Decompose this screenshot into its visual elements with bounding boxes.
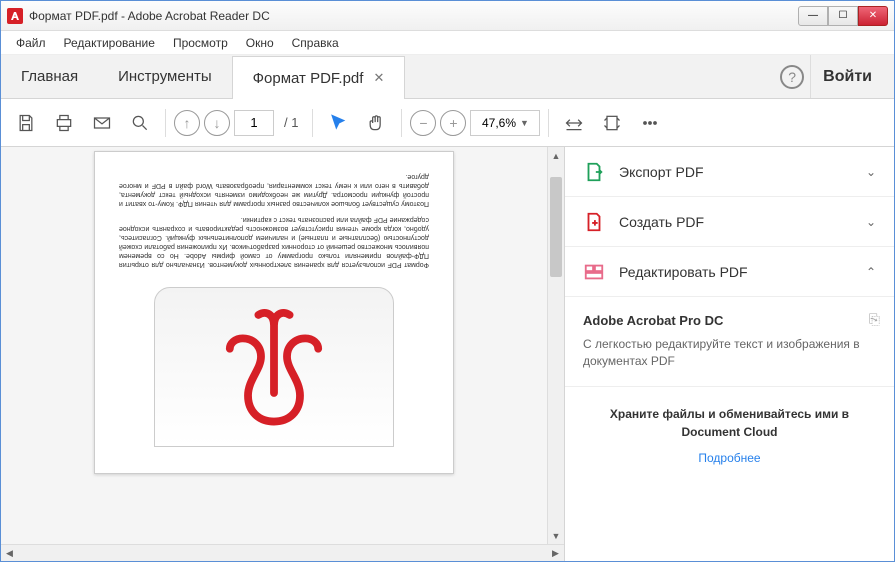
panel-edit-pdf[interactable]: Редактировать PDF ⌃ [565, 247, 894, 297]
document-scroll[interactable]: Формат PDF используется для хранения эле… [1, 147, 547, 544]
adobe-logo-image [154, 287, 394, 447]
tools-panel: Экспорт PDF ⌄ Создать PDF ⌄ Редактироват… [564, 147, 894, 561]
fit-width-icon[interactable] [557, 106, 591, 140]
create-pdf-icon [583, 211, 605, 233]
help-icon[interactable]: ? [780, 65, 804, 89]
tab-document-label: Формат PDF.pdf [253, 70, 364, 87]
print-icon[interactable] [47, 106, 81, 140]
scroll-left-icon[interactable]: ◀ [1, 545, 18, 561]
hand-icon[interactable] [359, 106, 393, 140]
pro-title: Adobe Acrobat Pro DC [583, 313, 876, 328]
panel-export-label: Экспорт PDF [619, 164, 852, 180]
panel-edit-label: Редактировать PDF [619, 264, 852, 280]
document-text: Формат PDF используется для хранения эле… [119, 172, 429, 269]
minimize-button[interactable]: — [798, 6, 828, 26]
window-title: Формат PDF.pdf - Adobe Acrobat Reader DC [29, 9, 798, 23]
tab-home[interactable]: Главная [1, 55, 98, 98]
chevron-down-icon: ⌄ [866, 165, 876, 179]
page-down-icon[interactable]: ↓ [204, 110, 230, 136]
panel-export-pdf[interactable]: Экспорт PDF ⌄ [565, 147, 894, 197]
pro-description: С легкостью редактируйте текст и изображ… [583, 336, 876, 370]
search-icon[interactable] [123, 106, 157, 140]
edit-pdf-icon [583, 261, 605, 283]
close-button[interactable]: ✕ [858, 6, 888, 26]
menu-file[interactable]: Файл [7, 33, 55, 53]
fit-page-icon[interactable] [595, 106, 629, 140]
tab-document[interactable]: Формат PDF.pdf ✕ [232, 56, 406, 99]
tab-close-icon[interactable]: ✕ [373, 70, 384, 86]
menu-edit[interactable]: Редактирование [55, 33, 164, 53]
zoom-out-icon[interactable]: − [410, 110, 436, 136]
signin-button[interactable]: Войти [810, 55, 884, 98]
menu-help[interactable]: Справка [283, 33, 348, 53]
mail-icon[interactable] [85, 106, 119, 140]
menubar: Файл Редактирование Просмотр Окно Справк… [1, 31, 894, 55]
main-area: Формат PDF используется для хранения эле… [1, 147, 894, 561]
tabbar: Главная Инструменты Формат PDF.pdf ✕ ? В… [1, 55, 894, 99]
document-area: Формат PDF используется для хранения эле… [1, 147, 564, 561]
menu-view[interactable]: Просмотр [164, 33, 237, 53]
menu-window[interactable]: Окно [237, 33, 283, 53]
vertical-scrollbar[interactable]: ▲ ▼ [547, 147, 564, 544]
select-icon[interactable] [321, 106, 355, 140]
document-page: Формат PDF используется для хранения эле… [94, 151, 454, 474]
panel-cloud-promo: Храните файлы и обменивайтесь ими в Docu… [565, 387, 894, 483]
scroll-right-icon[interactable]: ▶ [547, 545, 564, 561]
page-up-icon[interactable]: ↑ [174, 110, 200, 136]
scroll-up-icon[interactable]: ▲ [548, 147, 564, 164]
zoom-select[interactable]: 47,6% ▼ [470, 110, 540, 136]
scroll-down-icon[interactable]: ▼ [548, 527, 564, 544]
chevron-down-icon: ⌄ [866, 215, 876, 229]
cloud-link[interactable]: Подробнее [583, 451, 876, 465]
more-icon[interactable] [633, 106, 667, 140]
tab-tools[interactable]: Инструменты [98, 55, 232, 98]
zoom-in-icon[interactable]: + [440, 110, 466, 136]
panel-pro-detail: ⎘ Adobe Acrobat Pro DC С легкостью редак… [565, 297, 894, 387]
zoom-value: 47,6% [482, 116, 516, 130]
app-icon [7, 8, 23, 24]
save-icon[interactable] [9, 106, 43, 140]
titlebar: Формат PDF.pdf - Adobe Acrobat Reader DC… [1, 1, 894, 31]
export-pdf-icon [583, 161, 605, 183]
panel-create-label: Создать PDF [619, 214, 852, 230]
toolbar: ↑ ↓ / 1 − + 47,6% ▼ [1, 99, 894, 147]
chevron-up-icon: ⌃ [866, 265, 876, 279]
scroll-thumb[interactable] [550, 177, 562, 277]
panel-create-pdf[interactable]: Создать PDF ⌄ [565, 197, 894, 247]
window-controls: — ☐ ✕ [798, 6, 888, 26]
page-number-input[interactable] [234, 110, 274, 136]
horizontal-scrollbar[interactable]: ◀ ▶ [1, 544, 564, 561]
caret-down-icon: ▼ [520, 118, 529, 128]
maximize-button[interactable]: ☐ [828, 6, 858, 26]
page-total-label: / 1 [278, 115, 304, 130]
copy-icon[interactable]: ⎘ [869, 311, 880, 328]
cloud-message: Храните файлы и обменивайтесь ими в Docu… [583, 405, 876, 441]
